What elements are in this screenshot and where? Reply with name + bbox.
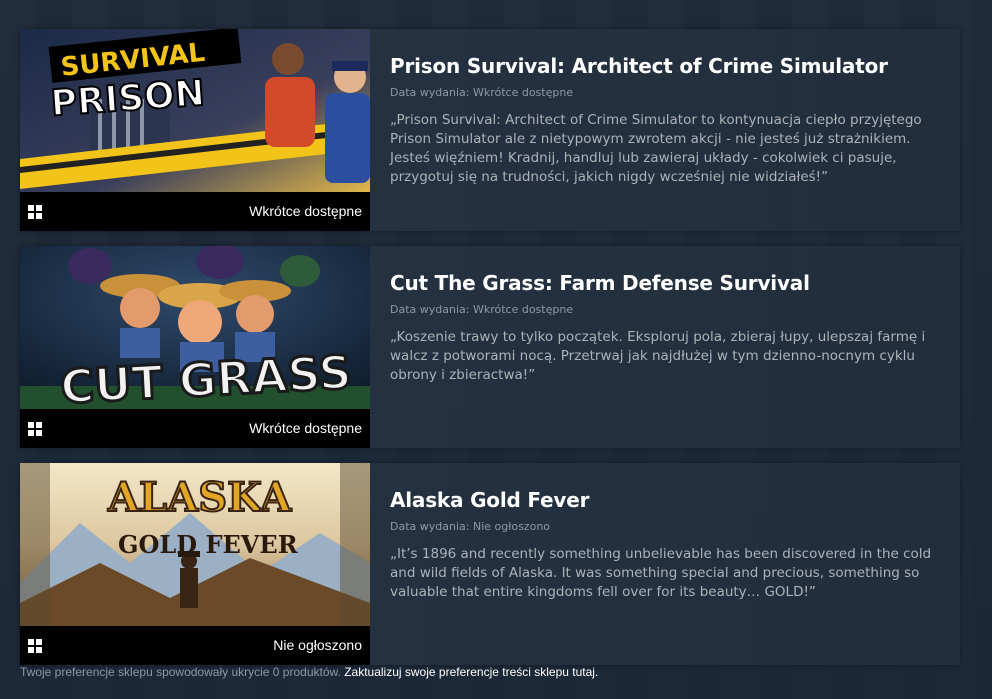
release-date: Data wydania: Wkrótce dostępne <box>390 303 574 316</box>
game-capsule[interactable]: CUT GRASS Wkrótce dostępne <box>20 246 370 448</box>
store-preferences-notice: Twoje preferencje sklepu spowodowały ukr… <box>20 665 598 679</box>
game-info: Cut The Grass: Farm Defense Survival Dat… <box>390 246 950 385</box>
capsule-status-bar: Nie ogłoszono <box>20 626 370 665</box>
game-description: „It’s 1896 and recently something unbeli… <box>390 546 932 600</box>
game-card-prison-survival[interactable]: SURVIVAL PRISON Wkrótce dostępne Prison … <box>20 29 960 231</box>
release-date: Data wydania: Nie ogłoszono <box>390 520 551 533</box>
game-description: „Prison Survival: Architect of Crime Sim… <box>390 112 922 185</box>
game-info: Alaska Gold Fever Data wydania: Nie ogło… <box>390 463 950 602</box>
game-title[interactable]: Alaska Gold Fever <box>390 488 950 512</box>
capsule-status: Nie ogłoszono <box>273 637 362 653</box>
game-card-alaska-gold-fever[interactable]: ALASKA GOLD FEVER Nie ogłoszono Alaska G… <box>20 463 960 665</box>
game-card-cut-the-grass[interactable]: CUT GRASS Wkrótce dostępne Cut The Grass… <box>20 246 960 448</box>
update-preferences-link[interactable]: Zaktualizuj swoje preferencje treści skl… <box>344 665 598 679</box>
hidden-products-text: Twoje preferencje sklepu spowodowały ukr… <box>20 665 341 679</box>
game-capsule[interactable]: ALASKA GOLD FEVER Nie ogłoszono <box>20 463 370 665</box>
capsule-status-bar: Wkrótce dostępne <box>20 192 370 231</box>
capsule-status-bar: Wkrótce dostępne <box>20 409 370 448</box>
game-title[interactable]: Prison Survival: Architect of Crime Simu… <box>390 54 950 78</box>
capsule-art: SURVIVAL PRISON <box>20 29 370 192</box>
game-title[interactable]: Cut The Grass: Farm Defense Survival <box>390 271 950 295</box>
windows-icon <box>28 205 42 219</box>
capsule-art: ALASKA GOLD FEVER <box>20 463 370 626</box>
game-capsule[interactable]: SURVIVAL PRISON Wkrótce dostępne <box>20 29 370 231</box>
game-info: Prison Survival: Architect of Crime Simu… <box>390 29 950 187</box>
capsule-logo-line1: ALASKA <box>107 474 292 521</box>
release-date: Data wydania: Wkrótce dostępne <box>390 86 574 99</box>
capsule-art: CUT GRASS <box>20 246 370 409</box>
capsule-status: Wkrótce dostępne <box>249 420 362 436</box>
windows-icon <box>28 639 42 653</box>
windows-icon <box>28 422 42 436</box>
game-description: „Koszenie trawy to tylko początek. Ekspl… <box>390 329 926 383</box>
capsule-status: Wkrótce dostępne <box>249 203 362 219</box>
capsule-logo-line2: GOLD FEVER <box>118 530 299 559</box>
